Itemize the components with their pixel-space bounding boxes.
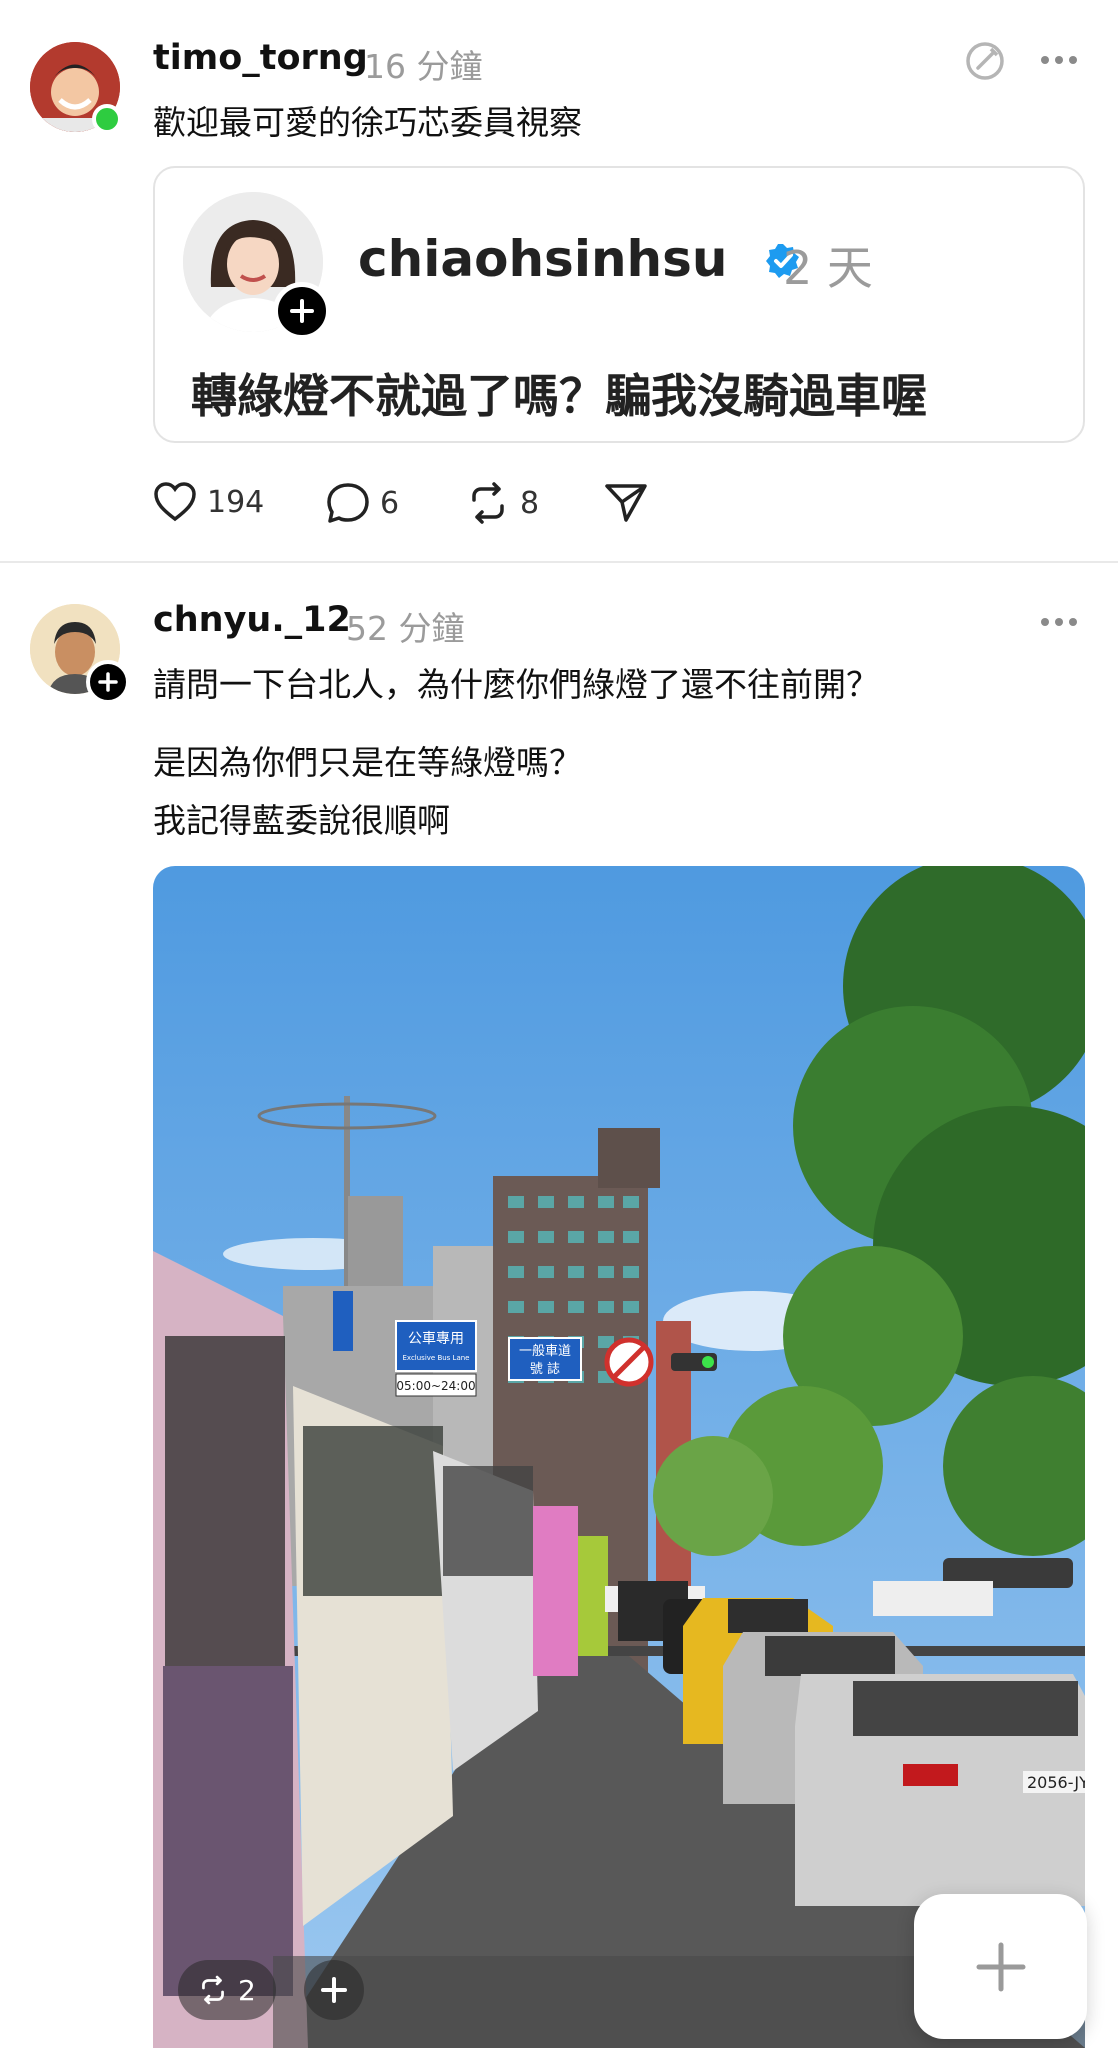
sign-hours: 05:00~24:00 (396, 1379, 475, 1393)
comment-icon (327, 483, 369, 523)
quoted-text: 轉綠燈不就過了嗎？騙我沒騎過車喔 (191, 369, 927, 423)
repost-icon (472, 482, 504, 524)
sign-bus-lane: 公車專用 (408, 1330, 464, 1347)
post-text-line-2: 是因為你們只是在等綠燈嗎？ (153, 743, 582, 782)
edit-icon[interactable] (964, 40, 1006, 82)
plus-icon (976, 1942, 1025, 1991)
send-icon (605, 484, 647, 522)
photo-repost-count: 2 (238, 1973, 256, 2007)
post-text-line-3: 我記得藍委說很順啊 (153, 801, 450, 840)
comment-count: 6 (380, 485, 400, 521)
more-options-icon[interactable] (1038, 50, 1080, 70)
repost-icon (202, 1975, 224, 2005)
sign-general-lane: 一般車道 (519, 1343, 571, 1359)
quoted-post-card[interactable]: chiaohsinhsu 2 天 轉綠燈不就過了嗎？騙我沒騎過車喔 (153, 166, 1085, 443)
new-post-button[interactable] (914, 1894, 1087, 2039)
post-time: 52 分鐘 (346, 609, 465, 648)
like-button[interactable]: 194 (153, 482, 264, 522)
quoted-time: 2 天 (783, 241, 873, 295)
license-plate: 2056-JY (1027, 1773, 1085, 1792)
post-time: 16 分鐘 (364, 47, 483, 86)
online-status-dot (92, 104, 122, 134)
follow-plus-icon[interactable] (273, 282, 331, 340)
username[interactable]: timo_torng (153, 38, 368, 78)
post-text-line-1: 請問一下台北人，為什麼你們綠燈了還不往前開？ (153, 665, 879, 704)
sign-bus-lane-en: Exclusive Bus Lane (403, 1354, 470, 1362)
repost-count-pill[interactable]: 2 (178, 1960, 276, 2020)
username[interactable]: chnyu._12 (153, 600, 351, 640)
plus-icon (321, 1977, 347, 2003)
heart-icon (154, 482, 196, 522)
comment-button[interactable]: 6 (326, 482, 399, 524)
post-text: 歡迎最可愛的徐巧芯委員視察 (153, 103, 582, 142)
add-button[interactable] (304, 1960, 364, 2020)
follow-plus-icon[interactable] (86, 660, 130, 704)
share-button[interactable] (604, 482, 648, 524)
like-count: 194 (207, 484, 265, 520)
post-photo[interactable]: 公車專用 Exclusive Bus Lane 05:00~24:00 一般車道… (153, 866, 1085, 2048)
more-options-icon[interactable] (1038, 612, 1080, 632)
repost-button[interactable]: 8 (466, 482, 539, 524)
sign-signal: 號 誌 (530, 1361, 560, 1377)
repost-count: 8 (520, 485, 540, 521)
post-timo: timo_torng 16 分鐘 歡迎最可愛的徐巧芯委員視察 chiaohsin… (0, 0, 1118, 562)
street-photo: 公車專用 Exclusive Bus Lane 05:00~24:00 一般車道… (153, 866, 1085, 2048)
quoted-username[interactable]: chiaohsinhsu (358, 230, 728, 288)
